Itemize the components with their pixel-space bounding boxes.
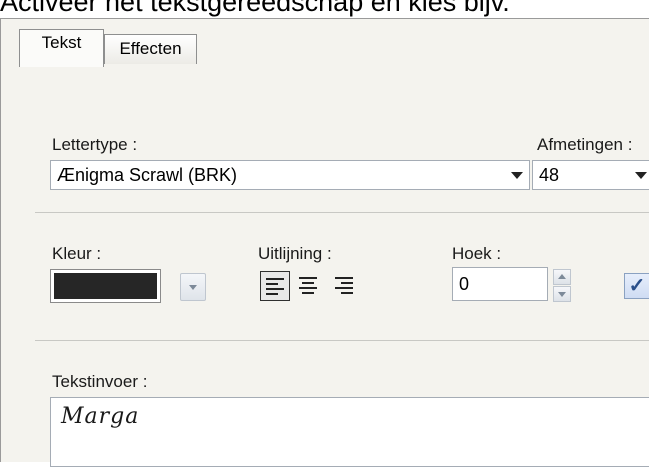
tutorial-caption: Activeer het tekstgereedschap en kies bi… [0, 0, 510, 17]
align-left-button[interactable] [260, 271, 290, 301]
angle-decrement-button[interactable] [553, 286, 571, 302]
arrow-down-icon [558, 292, 566, 297]
text-input-area[interactable]: Marga [50, 397, 649, 467]
align-center-button[interactable] [294, 271, 324, 301]
alignment-label: Uitlijning : [258, 244, 332, 263]
text-input-label: Tekstinvoer : [52, 372, 148, 391]
tab-effecten[interactable]: Effecten [104, 34, 197, 64]
size-label: Afmetingen : [537, 135, 633, 154]
tab-tekst[interactable]: Tekst [19, 29, 104, 67]
font-select-value: Ænigma Scrawl (BRK) [57, 165, 238, 185]
angle-label: Hoek : [452, 244, 502, 263]
antialias-checkbox[interactable]: ✓ [624, 273, 649, 299]
align-right-button[interactable] [330, 271, 360, 301]
color-well[interactable] [50, 269, 161, 303]
chevron-down-icon[interactable] [511, 172, 523, 179]
angle-increment-button[interactable] [553, 269, 571, 285]
align-right-icon [335, 277, 353, 294]
align-left-icon [266, 278, 284, 295]
color-dropdown-button[interactable] [180, 273, 206, 301]
angle-input[interactable]: 0 [452, 267, 548, 301]
tab-strip: Tekst Effecten [1, 19, 649, 67]
text-tool-dialog: Tekst Effecten [0, 18, 649, 462]
align-center-icon [299, 277, 317, 294]
chevron-down-icon [189, 285, 197, 290]
separator [35, 340, 649, 341]
size-select[interactable]: 48 [532, 160, 649, 190]
color-swatch [54, 273, 157, 299]
separator [35, 212, 649, 213]
arrow-up-icon [558, 274, 566, 279]
chevron-down-icon[interactable] [635, 172, 647, 179]
checkmark-icon: ✓ [628, 275, 646, 297]
size-select-value: 48 [539, 165, 560, 185]
color-label: Kleur : [52, 244, 102, 263]
font-label: Lettertype : [52, 135, 138, 154]
font-select[interactable]: Ænigma Scrawl (BRK) [50, 160, 530, 190]
